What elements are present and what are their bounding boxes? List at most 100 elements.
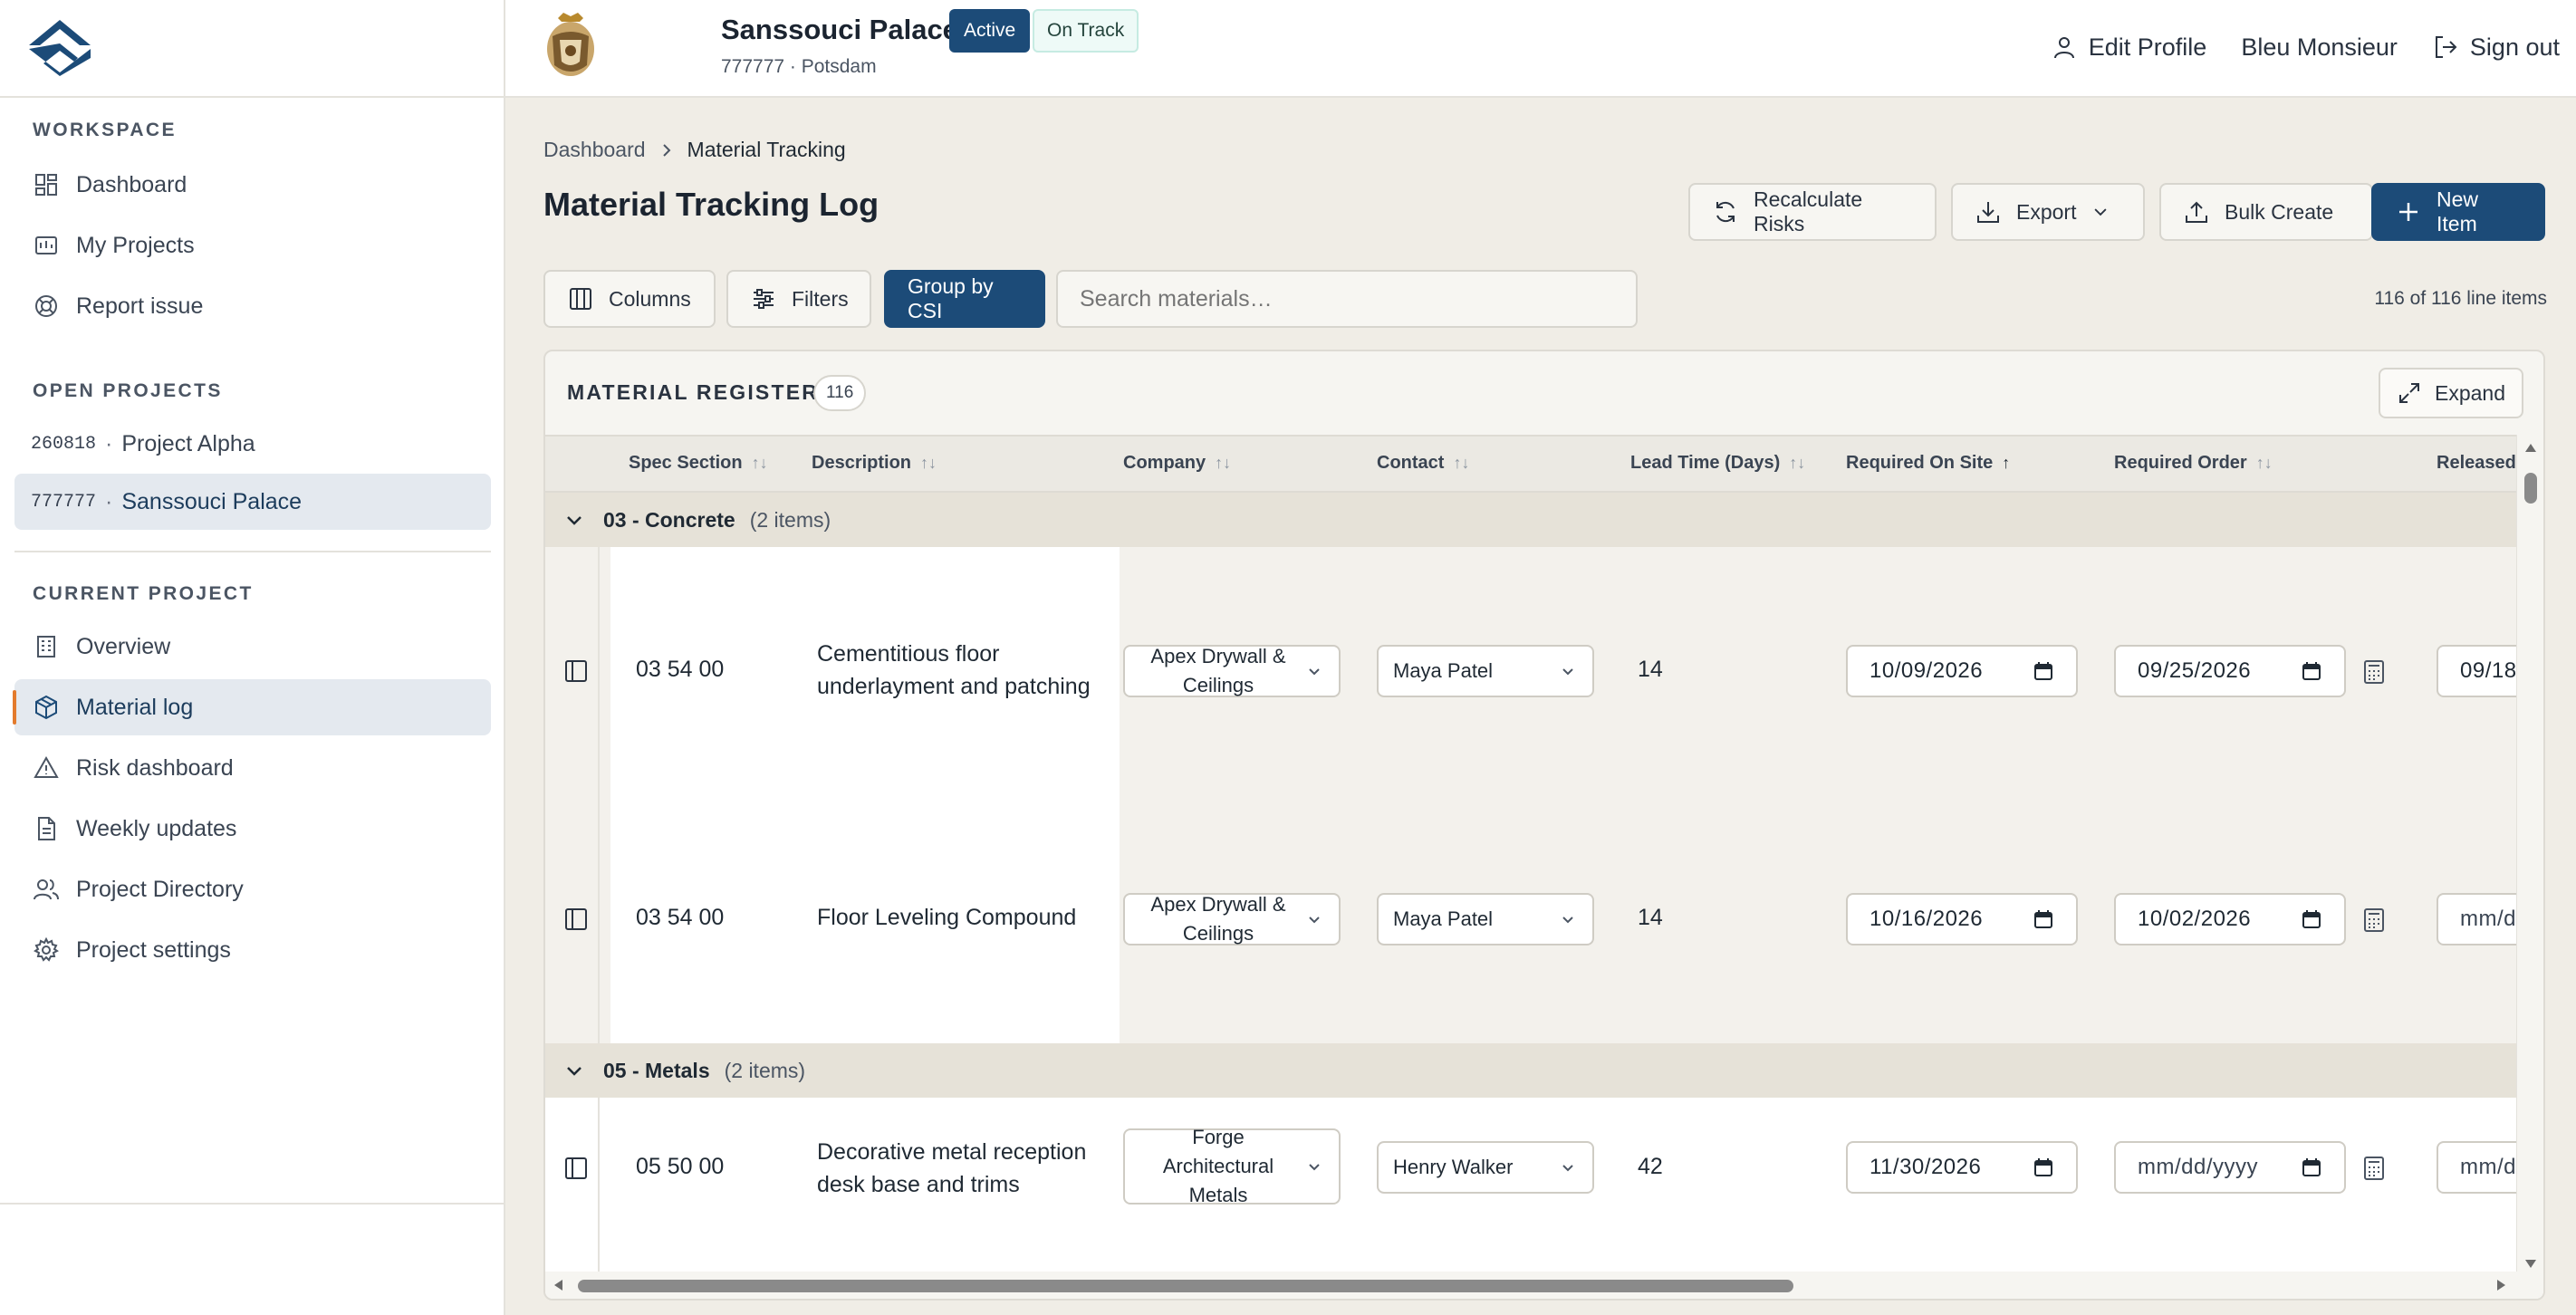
description-cell: Floor Leveling Compound xyxy=(817,905,1077,930)
column-label: Lead Time (Days) xyxy=(1630,453,1781,473)
sort-icon: ↑↓ xyxy=(1215,454,1232,472)
group-row-metals[interactable]: 05 - Metals (2 items) xyxy=(545,1043,2520,1098)
column-header-spec-section[interactable]: Spec Section ↑↓ xyxy=(629,453,768,474)
divider xyxy=(0,1203,505,1205)
calculator-icon[interactable] xyxy=(2362,659,2386,685)
column-header-company[interactable]: Company ↑↓ xyxy=(1123,453,1231,474)
project-name: Project Alpha xyxy=(121,430,255,456)
chevron-down-icon xyxy=(2094,208,2107,216)
new-item-button[interactable]: New Item xyxy=(2371,183,2545,241)
sidebar-item-weekly-updates[interactable]: Weekly updates xyxy=(14,801,491,857)
chevron-down-icon xyxy=(567,516,582,525)
open-panel-icon[interactable] xyxy=(563,1156,589,1181)
table-row[interactable]: 05 50 00 Decorative metal reception desk… xyxy=(545,1098,2543,1275)
calculator-icon[interactable] xyxy=(2362,1156,2386,1181)
spec-section-cell: 03 54 00 xyxy=(636,905,725,930)
group-by-csi-button[interactable]: Group by CSI xyxy=(884,270,1045,328)
export-button[interactable]: Export xyxy=(1951,183,2145,241)
sidebar-item-material-log[interactable]: Material log xyxy=(13,679,491,735)
sort-icon: ↑↓ xyxy=(2255,454,2273,472)
chevron-down-icon xyxy=(1562,917,1573,924)
required-order-date-input[interactable]: mm/dd/yyyy xyxy=(2114,1141,2346,1194)
column-header-required-order[interactable]: Required Order ↑↓ xyxy=(2114,453,2273,474)
required-on-site-date-input[interactable]: 10/16/2026 xyxy=(1846,893,2078,945)
sidebar-item-overview[interactable]: Overview xyxy=(14,619,491,675)
column-header-required-on-site[interactable]: Required On Site ↑ xyxy=(1846,453,2010,474)
calculator-icon[interactable] xyxy=(2362,907,2386,933)
open-projects-heading: OPEN PROJECTS xyxy=(33,380,223,401)
column-header-description[interactable]: Description ↑↓ xyxy=(812,453,937,474)
column-header-released[interactable]: Released xyxy=(2437,453,2516,474)
columns-button[interactable]: Columns xyxy=(543,270,716,328)
document-icon xyxy=(38,817,55,840)
sidebar-item-label: Overview xyxy=(76,633,171,659)
column-header-contact[interactable]: Contact ↑↓ xyxy=(1377,453,1469,474)
sidebar-item-project-alpha[interactable]: 260818 · Project Alpha xyxy=(14,416,491,472)
current-project-heading: CURRENT PROJECT xyxy=(33,583,254,604)
horizontal-scrollbar[interactable] xyxy=(545,1272,2520,1299)
description-cell: Decorative metal reception desk base and… xyxy=(817,1139,1087,1197)
column-label: Required Order xyxy=(2114,453,2247,473)
contact-dropdown[interactable]: Henry Walker xyxy=(1377,1141,1594,1194)
user-menu: Edit Profile Bleu Monsieur Sign out xyxy=(2051,0,2576,94)
column-label: Contact xyxy=(1377,453,1445,473)
recalculate-risks-button[interactable]: Recalculate Risks xyxy=(1688,183,1937,241)
group-count: (2 items) xyxy=(724,1058,806,1082)
company-value: Apex Drywall & Ceilings xyxy=(1150,893,1286,945)
line-item-count: 116 of 116 line items xyxy=(2374,288,2547,309)
scrollbar-thumb[interactable] xyxy=(578,1280,1793,1292)
table-row[interactable]: 03 54 00 Floor Leveling Compound Apex Dr… xyxy=(545,795,2543,1043)
company-dropdown[interactable]: Apex Drywall & Ceilings xyxy=(1123,893,1341,945)
sidebar-item-my-projects[interactable]: My Projects xyxy=(14,217,491,274)
box-icon xyxy=(35,695,57,720)
required-order-date-input[interactable]: 10/02/2026 xyxy=(2114,893,2346,945)
required-order-date-input[interactable]: 09/25/2026 xyxy=(2114,645,2346,697)
open-panel-icon[interactable] xyxy=(563,658,589,684)
sidebar-item-sanssouci-palace[interactable]: 777777 · Sanssouci Palace xyxy=(14,474,491,530)
scroll-down-arrow-icon[interactable] xyxy=(2524,1259,2537,1270)
scroll-right-arrow-icon[interactable] xyxy=(2496,1279,2507,1291)
required-on-site-date-input[interactable]: 11/30/2026 xyxy=(1846,1141,2078,1194)
sidebar-item-project-settings[interactable]: Project settings xyxy=(14,922,491,978)
breadcrumb-root[interactable]: Dashboard xyxy=(543,138,646,162)
app-logo-icon[interactable] xyxy=(24,16,96,76)
upload-icon xyxy=(2186,201,2207,223)
chevron-down-icon xyxy=(1309,917,1320,924)
sidebar-item-label: Risk dashboard xyxy=(76,754,234,781)
company-dropdown[interactable]: Forge Architectural Metals xyxy=(1123,1126,1341,1206)
sidebar-item-dashboard[interactable]: Dashboard xyxy=(14,157,491,213)
sidebar-item-project-directory[interactable]: Project Directory xyxy=(14,861,491,917)
filters-button[interactable]: Filters xyxy=(726,270,871,328)
edit-profile-link[interactable]: Edit Profile xyxy=(2051,34,2206,62)
search-input[interactable] xyxy=(1056,270,1638,328)
required-on-site-date-input[interactable]: 10/09/2026 xyxy=(1846,645,2078,697)
building-icon xyxy=(37,636,55,658)
column-label: Spec Section xyxy=(629,453,743,473)
contact-dropdown[interactable]: Maya Patel xyxy=(1377,645,1594,697)
row-gutter xyxy=(545,1098,600,1275)
company-dropdown[interactable]: Apex Drywall & Ceilings xyxy=(1123,645,1341,697)
vertical-scrollbar[interactable] xyxy=(2516,435,2543,1299)
open-panel-icon[interactable] xyxy=(563,907,589,932)
date-value: 09/18 xyxy=(2460,658,2517,683)
bulk-create-button[interactable]: Bulk Create xyxy=(2159,183,2373,241)
sidebar-item-risk-dashboard[interactable]: Risk dashboard xyxy=(14,740,491,796)
divider xyxy=(0,96,505,98)
breadcrumb-current: Material Tracking xyxy=(687,138,846,161)
company-value: Apex Drywall & Ceilings xyxy=(1150,645,1286,696)
breadcrumb: Dashboard Material Tracking xyxy=(543,138,846,162)
scrollbar-thumb[interactable] xyxy=(2524,473,2537,504)
sign-out-link[interactable]: Sign out xyxy=(2432,34,2560,62)
column-header-lead-time[interactable]: Lead Time (Days) ↑↓ xyxy=(1630,453,1805,474)
expand-button[interactable]: Expand xyxy=(2378,368,2523,418)
sidebar-item-report-issue[interactable]: Report issue xyxy=(14,278,491,334)
contact-dropdown[interactable]: Maya Patel xyxy=(1377,893,1594,945)
lead-time-cell: 14 xyxy=(1638,657,1663,682)
page-title: Material Tracking Log xyxy=(543,186,879,223)
group-row-concrete[interactable]: 03 - Concrete (2 items) xyxy=(545,493,2520,547)
scroll-left-arrow-icon[interactable] xyxy=(553,1279,563,1291)
bulk-create-label: Bulk Create xyxy=(2225,199,2334,224)
sort-icon: ↑↓ xyxy=(1789,454,1806,472)
table-row[interactable]: 03 54 00 Cementitious floor underlayment… xyxy=(545,547,2543,795)
scroll-up-arrow-icon[interactable] xyxy=(2524,442,2537,453)
